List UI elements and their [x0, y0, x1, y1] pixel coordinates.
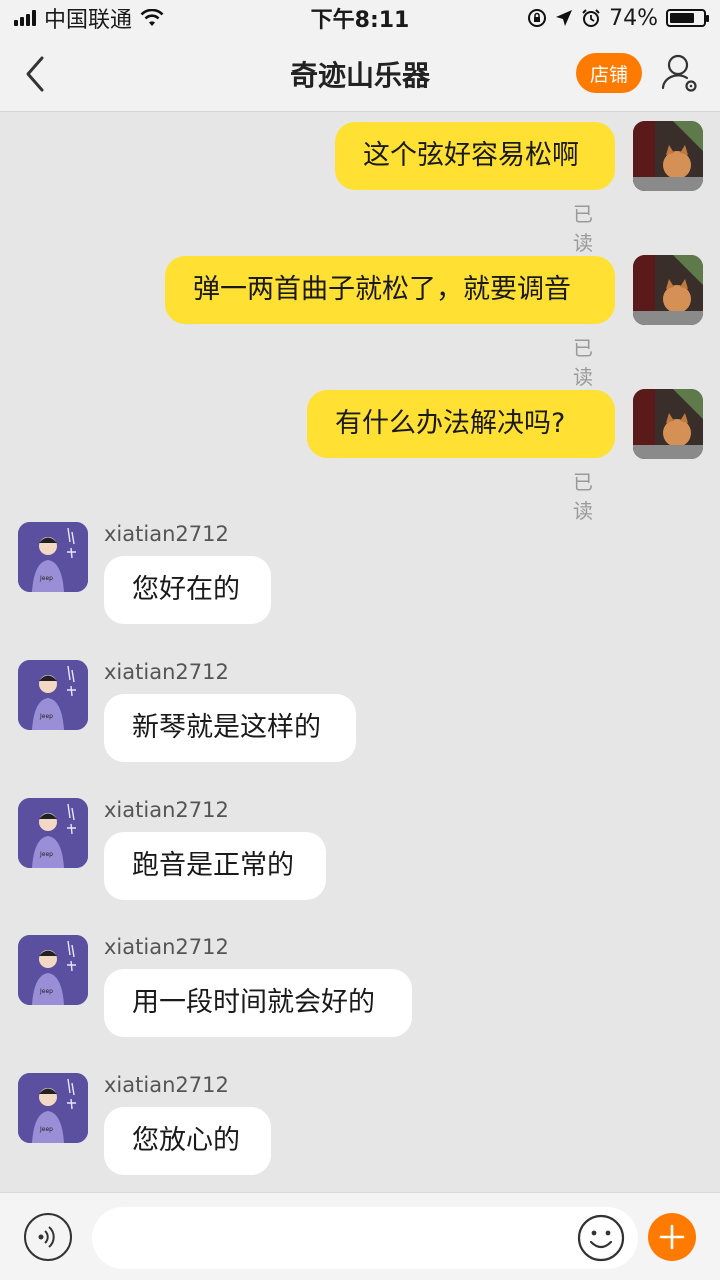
nav-bar: 奇迹山乐器 店铺	[0, 36, 720, 112]
shirt-text: Jeep	[39, 851, 53, 858]
message-bubble[interactable]: 您好在的	[104, 556, 271, 624]
seller-avatar[interactable]: Jeep	[18, 935, 88, 1005]
battery-percent: 74%	[609, 5, 658, 31]
sender-name: xiatian2712	[104, 798, 229, 822]
user-settings-icon[interactable]	[660, 52, 700, 96]
message-bubble[interactable]: 您放心的	[104, 1107, 271, 1175]
signal-icon	[14, 10, 36, 26]
emoji-button[interactable]	[576, 1213, 626, 1263]
message-bubble[interactable]: 这个弦好容易松啊	[335, 122, 615, 190]
more-actions-button[interactable]	[648, 1213, 696, 1261]
battery-level	[670, 13, 694, 23]
voice-input-button[interactable]	[24, 1213, 72, 1261]
input-bar	[0, 1192, 720, 1280]
my-avatar[interactable]	[633, 121, 703, 191]
sender-name: xiatian2712	[104, 522, 229, 546]
read-status: 已读	[573, 202, 593, 255]
wifi-icon	[140, 9, 164, 26]
shirt-text: Jeep	[39, 988, 53, 995]
seller-avatar[interactable]: Jeep	[18, 522, 88, 592]
my-avatar[interactable]	[633, 389, 703, 459]
my-avatar[interactable]	[633, 255, 703, 325]
sender-name: xiatian2712	[104, 935, 229, 959]
chat-area[interactable]: 这个弦好容易松啊 已读 弹一两首曲子就松了，就要调音 已读 有什么办法解决吗? …	[0, 112, 720, 1192]
plus-icon	[659, 1224, 685, 1250]
status-bar: 中国联通 下午8:11 74%	[0, 0, 720, 36]
carrier-name: 中国联通	[44, 8, 133, 33]
status-time: 下午8:11	[310, 8, 410, 33]
location-arrow-icon	[556, 10, 573, 26]
shirt-text: Jeep	[39, 1126, 53, 1133]
read-status: 已读	[573, 336, 593, 389]
message-input[interactable]	[92, 1207, 638, 1269]
voice-icon	[38, 1226, 55, 1248]
orientation-lock-icon	[528, 9, 547, 27]
seller-avatar[interactable]: Jeep	[18, 660, 88, 730]
battery-icon	[666, 9, 709, 27]
sender-name: xiatian2712	[104, 660, 229, 684]
shirt-text: Jeep	[39, 575, 53, 582]
alarm-icon	[582, 9, 600, 27]
shirt-text: Jeep	[39, 713, 53, 720]
sender-name: xiatian2712	[104, 1073, 229, 1097]
seller-avatar[interactable]: Jeep	[18, 1073, 88, 1143]
status-left: 中国联通	[14, 2, 164, 34]
message-bubble[interactable]: 有什么办法解决吗?	[307, 390, 615, 458]
message-bubble[interactable]: 用一段时间就会好的	[104, 969, 412, 1037]
status-right: 74%	[527, 5, 709, 31]
message-bubble[interactable]: 弹一两首曲子就松了，就要调音	[165, 256, 615, 324]
seller-avatar[interactable]: Jeep	[18, 798, 88, 868]
read-status: 已读	[573, 470, 593, 523]
shop-button[interactable]: 店铺	[576, 53, 642, 93]
message-bubble[interactable]: 新琴就是这样的	[104, 694, 356, 762]
message-bubble[interactable]: 跑音是正常的	[104, 832, 326, 900]
